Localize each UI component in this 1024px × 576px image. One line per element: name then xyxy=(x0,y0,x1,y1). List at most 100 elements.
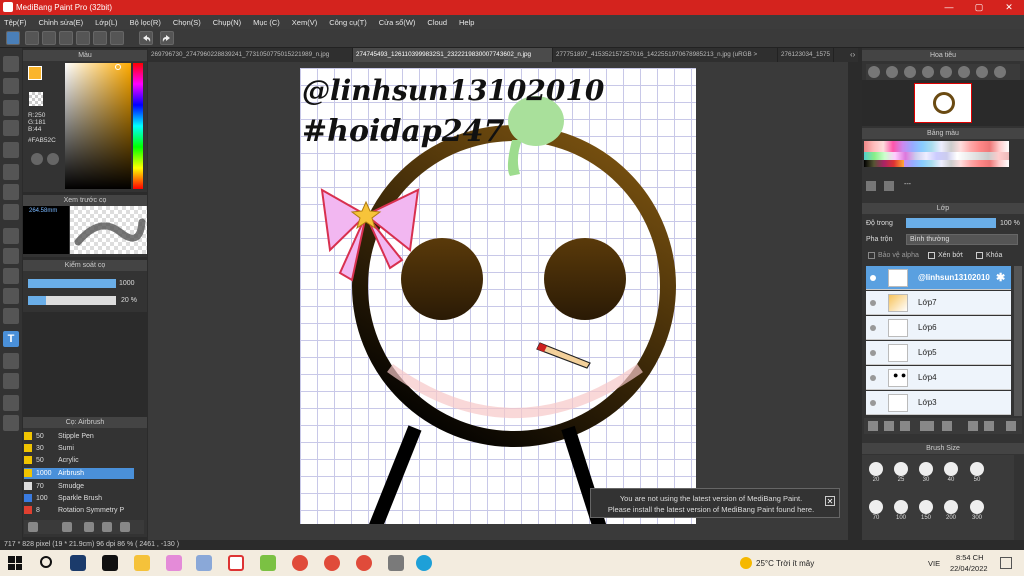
add-palette-icon[interactable] xyxy=(866,181,876,191)
menu-tools[interactable]: Công cụ(T) xyxy=(329,18,367,27)
brush-size-option[interactable]: 200 xyxy=(940,500,962,524)
zoom-out-icon[interactable] xyxy=(886,66,898,78)
app-icon[interactable] xyxy=(70,555,86,571)
brush-size-option[interactable]: 150 xyxy=(915,500,937,524)
notification-center-icon[interactable] xyxy=(1000,557,1012,569)
eye-icon[interactable] xyxy=(870,275,876,281)
comment-icon[interactable] xyxy=(59,31,73,45)
brush-size-slider[interactable] xyxy=(28,279,116,288)
eye-icon[interactable] xyxy=(870,375,876,381)
drawing-canvas[interactable]: @linhsun13102010 #hoidap247 xyxy=(300,68,696,524)
close-notification-icon[interactable]: ✕ xyxy=(825,496,835,506)
menu-view[interactable]: Xem(V) xyxy=(292,18,317,27)
hue-slider[interactable] xyxy=(133,63,143,189)
layer-settings-icon[interactable]: ✱ xyxy=(996,271,1005,284)
camera-icon[interactable] xyxy=(196,555,212,571)
add-brush-icon[interactable] xyxy=(28,522,38,532)
new-8bit-layer-icon[interactable] xyxy=(900,421,910,431)
clock-time[interactable]: 8:54 CH xyxy=(956,553,984,562)
operation-tool-icon[interactable] xyxy=(3,353,19,369)
protect-alpha-checkbox[interactable] xyxy=(868,252,875,259)
panel-icon[interactable] xyxy=(76,31,90,45)
eyedropper-tool-icon[interactable] xyxy=(3,373,19,389)
menu-snap[interactable]: Chụp(N) xyxy=(213,18,241,27)
brush-item[interactable]: 8 Rotation Symmetry P xyxy=(24,505,134,516)
tab-document-4[interactable]: 276123034_1575 xyxy=(778,48,834,62)
foreground-color-swatch[interactable] xyxy=(28,66,42,80)
layer-row[interactable]: Lớp3 xyxy=(866,391,1011,415)
brush-size-option[interactable]: 300 xyxy=(966,500,988,524)
edge-icon[interactable] xyxy=(416,555,432,571)
rectangle-tool-icon[interactable] xyxy=(3,100,19,116)
select-pen-tool-icon[interactable] xyxy=(3,288,19,304)
rotate-left-icon[interactable] xyxy=(940,66,952,78)
zoom-in-icon[interactable] xyxy=(868,66,880,78)
new-halftone-layer-icon[interactable] xyxy=(884,421,894,431)
menu-window[interactable]: Cửa sổ(W) xyxy=(379,18,416,27)
blend-mode-select[interactable]: Bình thường xyxy=(906,234,1018,245)
brush-item[interactable]: 100 Sparkle Brush xyxy=(24,493,134,504)
layer-row[interactable]: Lớp7 xyxy=(866,291,1011,315)
minimize-button[interactable]: — xyxy=(934,0,964,15)
language-indicator[interactable]: VIE xyxy=(928,559,940,568)
brush-size-option[interactable]: 20 xyxy=(865,462,887,486)
magic-wand-tool-icon[interactable] xyxy=(3,268,19,284)
layer-list-scrollbar[interactable] xyxy=(1014,266,1022,416)
palette-icon[interactable] xyxy=(31,153,43,165)
duplicate-layer-icon[interactable] xyxy=(968,421,978,431)
pen-tool-icon[interactable] xyxy=(3,395,19,411)
clock-date[interactable]: 22/04/2022 xyxy=(950,564,988,573)
redo-icon[interactable] xyxy=(160,31,174,45)
lock-checkbox[interactable] xyxy=(976,252,983,259)
navigator-thumbnail[interactable] xyxy=(914,83,972,123)
layer-row[interactable]: ● ● Lớp4 xyxy=(866,366,1011,390)
medibang-icon[interactable] xyxy=(228,555,244,571)
saturation-value-picker[interactable] xyxy=(65,63,131,189)
folder-icon[interactable] xyxy=(102,522,112,532)
add-layer-dropdown-icon[interactable] xyxy=(920,421,934,431)
menu-file[interactable]: Tệp(F) xyxy=(4,18,27,27)
canvas-text-hashtag[interactable]: #hoidap247 xyxy=(302,114,504,149)
layers-icon[interactable] xyxy=(120,522,130,532)
layer-row-selected[interactable]: @linhsun13102010 ✱ xyxy=(866,266,1011,290)
brush-item[interactable]: 50 Acrylic xyxy=(24,455,134,466)
fit-icon[interactable] xyxy=(904,66,916,78)
eraser-tool-icon[interactable] xyxy=(3,78,19,94)
menu-edit[interactable]: Chỉnh sửa(E) xyxy=(39,18,84,27)
bucket-tool-icon[interactable] xyxy=(3,184,19,200)
list-icon[interactable] xyxy=(93,31,107,45)
canvas-area[interactable]: @linhsun13102010 #hoidap247 You are not … xyxy=(148,62,848,540)
zoom-icon[interactable] xyxy=(922,66,934,78)
rotate-right-icon[interactable] xyxy=(958,66,970,78)
start-icon[interactable] xyxy=(8,556,22,570)
select-eraser-tool-icon[interactable] xyxy=(3,308,19,324)
menu-help[interactable]: Help xyxy=(459,18,474,27)
tab-document-3[interactable]: 277751897_415352157257016_14225519706789… xyxy=(553,48,778,62)
eye-icon[interactable] xyxy=(870,350,876,356)
fill-rect-tool-icon[interactable] xyxy=(3,164,19,180)
tab-document-2[interactable]: 274745493_1261103999832S1_23222198300077… xyxy=(353,48,553,62)
color-picker-handle[interactable] xyxy=(115,64,121,70)
brush-size-option[interactable]: 25 xyxy=(890,462,912,486)
grid-icon[interactable] xyxy=(110,31,124,45)
tab-nav-icon[interactable]: ‹› xyxy=(850,50,858,60)
weather-icon[interactable] xyxy=(740,557,752,569)
brush-size-option[interactable]: 100 xyxy=(890,500,912,524)
canvas-text-username[interactable]: @linhsun13102010 xyxy=(302,74,604,107)
folder-icon[interactable] xyxy=(134,555,150,571)
line-tool-icon[interactable] xyxy=(3,120,19,136)
color-wheel-icon[interactable] xyxy=(47,153,59,165)
copy-brush-icon[interactable] xyxy=(84,522,94,532)
app-icon[interactable] xyxy=(260,555,276,571)
brush-item[interactable]: 30 Sumi xyxy=(24,443,134,454)
brush-size-option[interactable]: 30 xyxy=(915,462,937,486)
brush-opacity-slider[interactable] xyxy=(28,296,116,305)
menu-filter[interactable]: Bộ lọc(R) xyxy=(130,18,161,27)
navigator-preview[interactable] xyxy=(862,80,1024,126)
lasso-tool-icon[interactable] xyxy=(3,248,19,264)
app-icon[interactable] xyxy=(166,555,182,571)
layer-row[interactable]: Lớp6 xyxy=(866,316,1011,340)
hand-tool-icon[interactable] xyxy=(3,415,19,431)
delete-palette-icon[interactable] xyxy=(884,181,894,191)
menu-cloud[interactable]: Cloud xyxy=(427,18,447,27)
